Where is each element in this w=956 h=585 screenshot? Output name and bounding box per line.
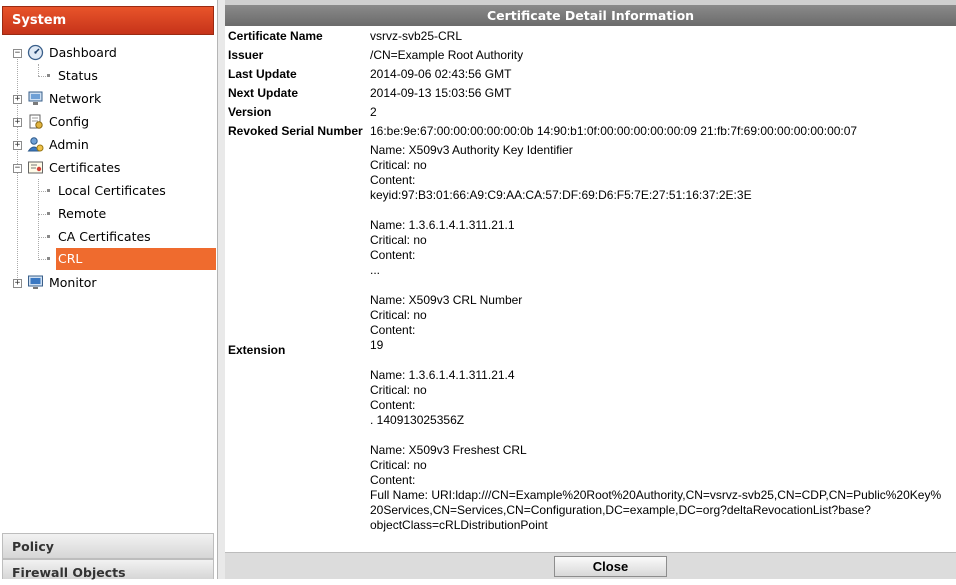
extension-line: Critical: no [370,233,427,247]
extension-spacer [370,278,955,293]
extension-line: Content: [370,173,416,187]
tree-item-admin[interactable]: + Admin [0,134,216,156]
tree-item-ca-certificates[interactable]: CA Certificates [0,226,216,248]
tree-item-label: CRL [58,251,83,266]
tree-item-config[interactable]: + Config [0,111,216,133]
tree-item-label: Network [49,91,102,106]
expand-icon[interactable]: + [13,279,22,288]
extension-content: Name: X509v3 Authority Key Identifier Cri… [370,143,955,533]
tree-item-monitor[interactable]: + Monitor [0,272,216,294]
certificates-icon [28,161,43,174]
tree-item-network[interactable]: + Network [0,88,216,110]
admin-icon [27,137,44,152]
leaf-bullet-icon [47,212,50,215]
extension-line: Critical: no [370,158,427,172]
extension-line: Full Name: URI:ldap:///CN=Example%20Root… [370,488,942,502]
extension-line: 19 [370,338,384,352]
tree-line [38,237,46,238]
tree-item-status[interactable]: Status [0,65,216,87]
network-icon [28,91,43,105]
tree-item-remote[interactable]: Remote [0,203,216,225]
extension-spacer [370,203,955,218]
tree-line [38,214,46,215]
close-button[interactable]: Close [554,556,667,577]
extension-line: objectClass=cRLDistributionPoint [370,518,548,532]
extension-line: Name: 1.3.6.1.4.1.311.21.1 [370,218,515,232]
tree-item-crl[interactable]: CRL [0,248,216,270]
field-value: 2 [370,105,377,119]
splitter[interactable] [218,0,225,579]
field-label: Certificate Name [228,29,323,43]
field-value: 2014-09-13 15:03:56 GMT [370,86,512,100]
extension-line: Content: [370,248,416,262]
sidebar-header-system[interactable]: System [2,6,214,35]
leaf-bullet-icon [47,189,50,192]
extension-line: Critical: no [370,383,427,397]
extension-spacer [370,428,955,443]
tree-line [38,191,46,192]
field-label: Revoked Serial Number [228,124,363,138]
field-value: vsrvz-svb25-CRL [370,29,463,43]
extension-line: Content: [370,323,416,337]
tree-line [38,76,46,77]
sidebar-section-firewall-objects[interactable]: Firewall Objects [2,559,214,580]
extension-line: Name: 1.3.6.1.4.1.311.21.4 [370,368,515,382]
tree-item-local-certificates[interactable]: Local Certificates [0,180,216,202]
panel-footer: Close [225,552,956,579]
monitor-icon [28,275,43,289]
field-label: Next Update [228,86,299,100]
leaf-bullet-icon [47,257,50,260]
tree-line [38,259,46,260]
tree-item-label: Local Certificates [58,183,166,198]
config-icon [29,114,43,129]
field-value: /CN=Example Root Authority [370,48,524,62]
collapse-icon[interactable]: − [13,164,22,173]
tree-item-label: Certificates [49,160,121,175]
tree-item-label: Monitor [49,275,97,290]
field-label: Last Update [228,67,297,81]
panel-title: Certificate Detail Information [225,5,956,26]
leaf-bullet-icon [47,235,50,238]
leaf-bullet-icon [47,74,50,77]
extension-line: . 140913025356Z [370,413,465,427]
extension-line: Name: X509v3 Freshest CRL [370,443,527,457]
collapse-icon[interactable]: − [13,49,22,58]
field-label: Version [228,105,272,119]
extension-line: Content: [370,398,416,412]
tree-item-label: Status [58,68,98,83]
extension-line: Critical: no [370,308,427,322]
extension-line: ... [370,263,381,277]
field-value: 2014-09-06 02:43:56 GMT [370,67,512,81]
expand-icon[interactable]: + [13,95,22,104]
certificate-detail-panel: Certificate Detail Information Certifica… [225,5,956,579]
tree-item-certificates[interactable]: − Certificates [0,157,216,179]
extension-spacer [370,353,955,368]
field-label: Extension [228,343,286,357]
extension-line: keyid:97:B3:01:66:A9:C9:AA:CA:57:DF:69:D… [370,188,752,202]
tree-item-label: Remote [58,206,107,221]
extension-line: 20Services,CN=Services,CN=Configuration,… [370,503,871,517]
extension-line: Content: [370,473,416,487]
tree-item-label: Config [49,114,90,129]
tree-item-label: Dashboard [49,45,117,60]
extension-line: Name: X509v3 CRL Number [370,293,523,307]
tree-item-label: Admin [49,137,89,152]
field-label: Issuer [228,48,264,62]
tree-item-label: CA Certificates [58,229,151,244]
sidebar-section-policy[interactable]: Policy [2,533,214,559]
field-value: 16:be:9e:67:00:00:00:00:00:0b 14:90:b1:0… [370,124,858,138]
expand-icon[interactable]: + [13,118,22,127]
extension-line: Critical: no [370,458,427,472]
tree-item-dashboard[interactable]: − Dashboard [0,42,216,64]
expand-icon[interactable]: + [13,141,22,150]
dashboard-icon [27,44,44,61]
extension-line: Name: X509v3 Authority Key Identifier [370,143,573,157]
sidebar: System − Dashboard Status + Network + Co… [0,0,218,580]
